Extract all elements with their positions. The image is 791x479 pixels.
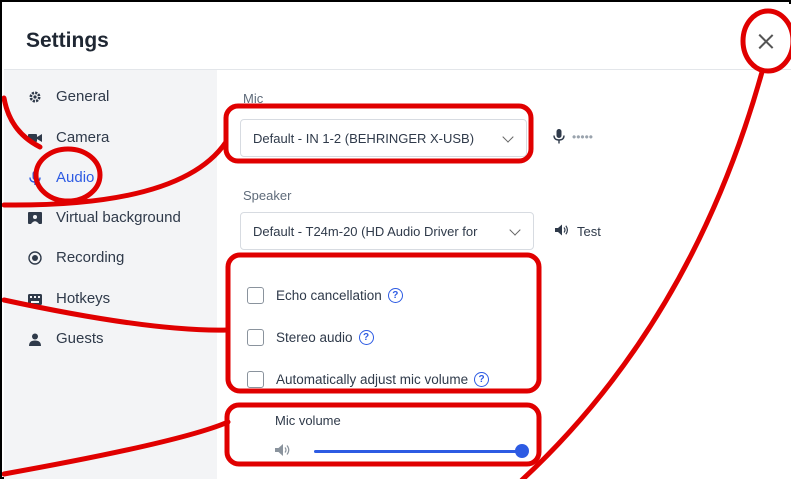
sidebar-item-label: Camera — [56, 129, 110, 146]
dialog-title: Settings — [26, 29, 109, 52]
checkbox-label: Stereo audio — [276, 329, 353, 345]
mic-level-meter: ••••• — [572, 130, 594, 144]
sidebar-item-label: Virtual background — [56, 209, 181, 226]
keyboard-icon — [28, 292, 42, 306]
volume-icon — [275, 443, 291, 462]
sidebar-item-general[interactable]: General — [4, 80, 217, 114]
microphone-icon — [553, 129, 565, 149]
checkbox-box[interactable] — [247, 286, 264, 304]
chevron-down-icon — [502, 131, 514, 143]
stereo-audio-checkbox[interactable]: Stereo audio ? — [247, 326, 374, 348]
test-label: Test — [577, 224, 601, 239]
mic-volume-slider-track[interactable] — [314, 450, 522, 453]
gear-icon — [28, 90, 42, 104]
help-icon[interactable]: ? — [474, 371, 490, 387]
person-icon — [28, 332, 42, 346]
microphone-icon — [28, 171, 42, 185]
sidebar-item-recording[interactable]: Recording — [4, 241, 217, 275]
auto-adjust-mic-volume-checkbox[interactable]: Automatically adjust mic volume ? — [247, 368, 490, 390]
sidebar-item-camera[interactable]: Camera — [4, 121, 217, 155]
checkbox-box[interactable] — [247, 328, 264, 346]
settings-dialog: Settings General Camera Audio Virtual ba… — [0, 0, 791, 479]
mic-select-value: Default - IN 1-2 (BEHRINGER X-USB) — [253, 131, 475, 146]
speaker-select[interactable]: Default - T24m-20 (HD Audio Driver for — [240, 212, 534, 250]
checkbox-box[interactable] — [247, 370, 264, 388]
echo-cancellation-checkbox[interactable]: Echo cancellation ? — [247, 284, 403, 306]
sidebar-item-label: Recording — [56, 249, 125, 266]
camera-icon — [28, 131, 42, 145]
checkbox-label: Automatically adjust mic volume — [276, 371, 469, 387]
sidebar-item-label: General — [56, 88, 110, 105]
speaker-select-value: Default - T24m-20 (HD Audio Driver for — [253, 224, 478, 239]
mic-select[interactable]: Default - IN 1-2 (BEHRINGER X-USB) — [240, 119, 527, 157]
speaker-label: Speaker — [243, 188, 292, 203]
checkbox-label: Echo cancellation — [276, 287, 382, 303]
speaker-test-button[interactable]: Test — [555, 224, 601, 239]
sidebar-item-hotkeys[interactable]: Hotkeys — [4, 282, 217, 316]
mic-volume-slider-thumb[interactable] — [515, 444, 529, 458]
sidebar-item-label: Audio — [56, 169, 95, 186]
help-icon[interactable]: ? — [387, 287, 403, 303]
mic-volume-label: Mic volume — [275, 413, 341, 428]
speaker-icon — [555, 224, 569, 239]
virtual-background-icon — [28, 211, 42, 225]
close-icon[interactable] — [754, 30, 778, 54]
mic-label: Mic — [243, 91, 264, 106]
sidebar-item-audio[interactable]: Audio — [4, 161, 217, 195]
sidebar-item-virtual-background[interactable]: Virtual background — [4, 201, 217, 235]
sidebar-item-label: Hotkeys — [56, 290, 111, 307]
sidebar-item-guests[interactable]: Guests — [4, 322, 217, 356]
record-icon — [28, 251, 42, 265]
dialog-header: Settings — [4, 4, 791, 70]
settings-sidebar: General Camera Audio Virtual background … — [4, 70, 217, 479]
sidebar-item-label: Guests — [56, 330, 104, 347]
help-icon[interactable]: ? — [358, 329, 374, 345]
chevron-down-icon — [509, 224, 521, 236]
